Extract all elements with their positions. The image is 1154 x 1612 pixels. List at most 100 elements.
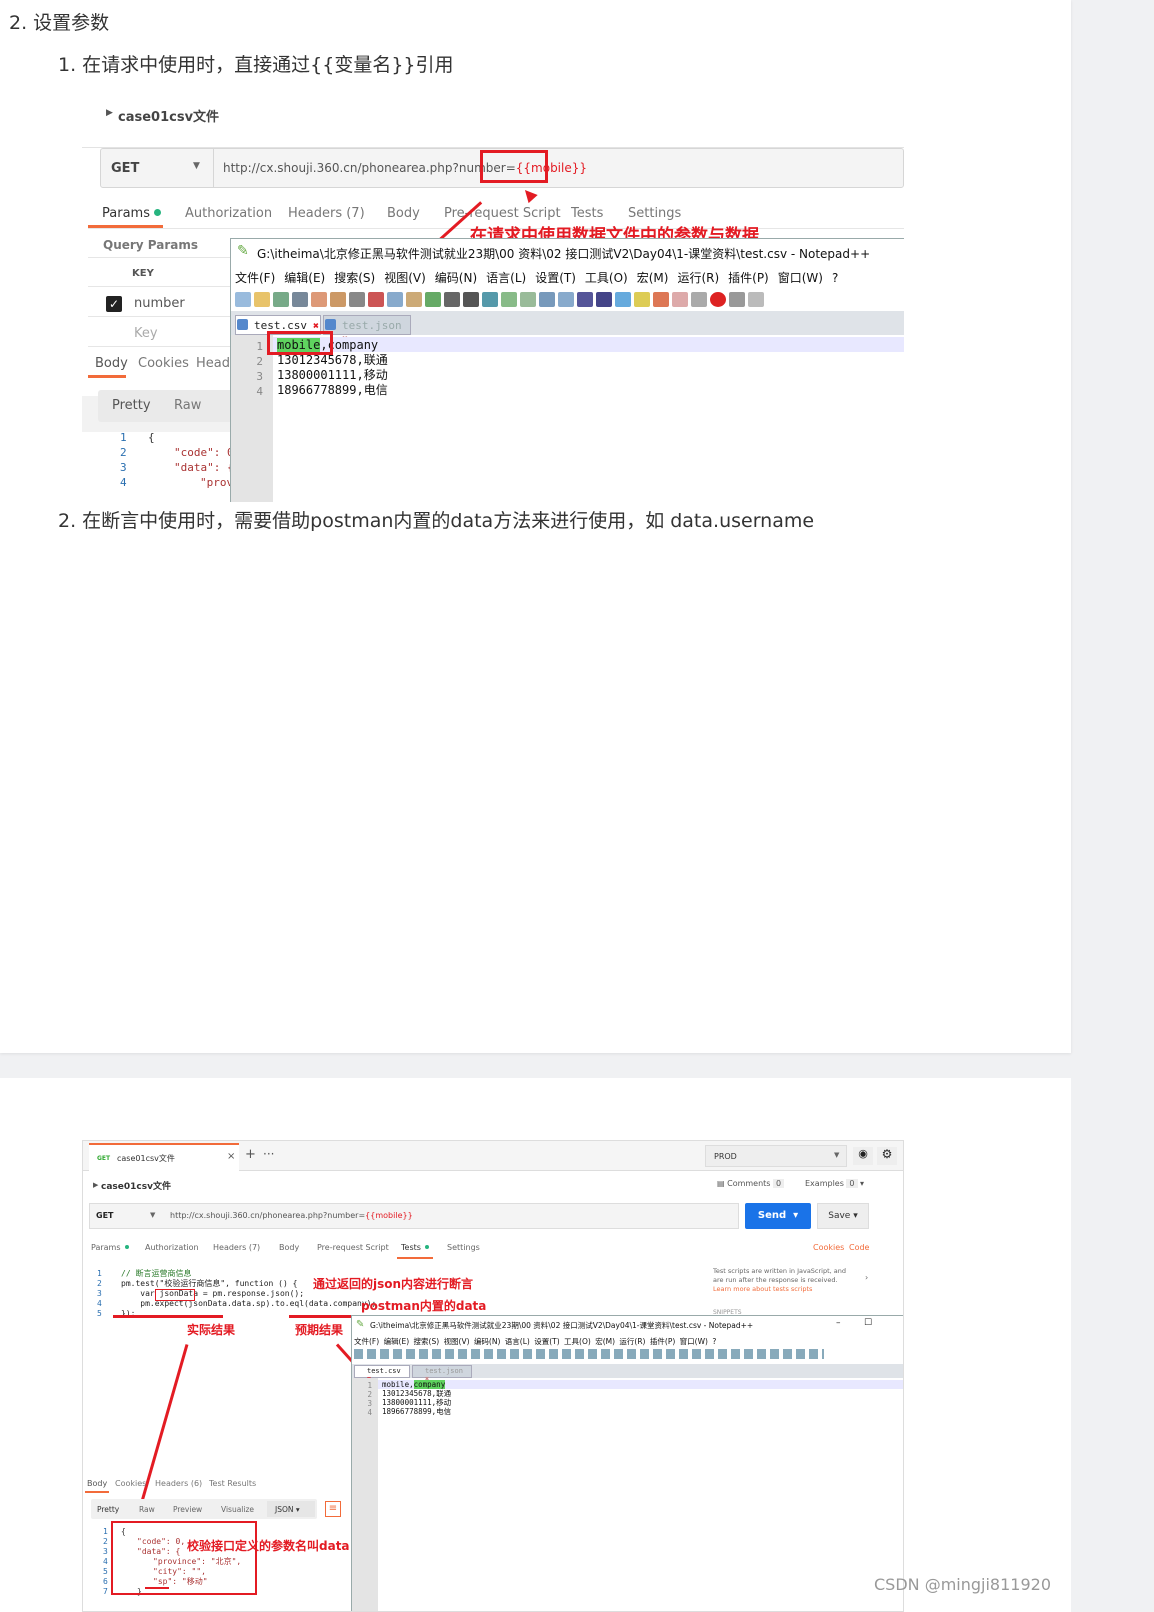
monitor-icon[interactable] [691,292,707,307]
menu-encoding[interactable]: 编码(N) [435,271,477,285]
notepad-toolbar[interactable] [354,1349,824,1359]
menu-settings[interactable]: 设置(T) [535,271,576,285]
print-icon[interactable] [349,292,365,307]
tab-tests[interactable]: Tests [401,1243,429,1252]
cut-icon[interactable] [368,292,384,307]
close-icon[interactable]: × [227,1151,235,1162]
method-select[interactable]: GET [96,1211,114,1220]
close-file-icon[interactable] [311,292,327,307]
format-select[interactable]: JSON ▾ [267,1501,315,1517]
menu-run[interactable]: 运行(R) [677,271,719,285]
menu-file[interactable]: 文件(F) [235,271,275,285]
undo-icon[interactable] [425,292,441,307]
checkbox-icon[interactable]: ✓ [106,296,122,312]
method-select[interactable]: GET [111,161,139,176]
view-pretty[interactable]: Pretty [97,1505,119,1514]
sync-v-icon[interactable] [539,292,555,307]
sync-h-icon[interactable] [558,292,574,307]
tab-settings[interactable]: Settings [447,1243,480,1252]
menu-run[interactable]: 运行(R) [619,1337,645,1346]
show-all-icon[interactable] [596,292,612,307]
save-all-icon[interactable] [292,292,308,307]
add-tab-icon[interactable]: + [245,1147,256,1162]
url-input[interactable]: http://cx.shouji.360.cn/phonearea.php?nu… [170,1211,413,1220]
close-all-icon[interactable] [330,292,346,307]
maximize-icon[interactable]: ☐ [864,1318,872,1328]
tab-authorization[interactable]: Authorization [185,206,272,221]
menu-plugins[interactable]: 插件(P) [650,1337,675,1346]
file-tab-json[interactable]: test.json ✖ [412,1365,472,1383]
chevron-down-icon[interactable]: ▼ [150,1211,155,1219]
record-icon[interactable] [710,292,726,307]
udl-icon[interactable] [634,292,650,307]
menu-help[interactable]: ? [832,271,838,285]
menu-window[interactable]: 窗口(W) [778,271,823,285]
resp-tab-test-results[interactable]: Test Results [209,1479,256,1488]
redo-icon[interactable] [444,292,460,307]
tab-settings[interactable]: Settings [628,206,681,221]
menu-view[interactable]: 视图(V) [384,271,426,285]
caret-right-icon[interactable]: ▶ [93,1181,98,1189]
save-icon[interactable] [273,292,289,307]
tab-body[interactable]: Body [387,206,420,221]
stop-icon[interactable] [729,292,745,307]
view-raw[interactable]: Raw [139,1505,155,1514]
key-input[interactable]: Key [134,326,158,341]
tests-doc-link[interactable]: Learn more about tests scripts [713,1285,853,1294]
menu-help[interactable]: ? [712,1337,716,1346]
menu-language[interactable]: 语言(L) [486,271,526,285]
examples-button[interactable]: Examples 0 ▾ [805,1179,864,1188]
indent-guide-icon[interactable] [615,292,631,307]
resp-tab-cookies[interactable]: Cookies [115,1479,146,1488]
tab-tests[interactable]: Tests [571,206,603,221]
param-key[interactable]: number [134,296,185,311]
open-icon[interactable] [254,292,270,307]
find-icon[interactable] [463,292,479,307]
folder-icon[interactable] [672,292,688,307]
menu-view[interactable]: 视图(V) [444,1337,470,1346]
menu-plugins[interactable]: 插件(P) [728,271,769,285]
menu-edit[interactable]: 编辑(E) [384,1337,410,1346]
menu-search[interactable]: 搜索(S) [414,1337,440,1346]
menu-edit[interactable]: 编辑(E) [284,271,325,285]
file-tab-json[interactable]: test.json ✖ [323,315,411,345]
chevron-down-icon[interactable]: ▼ [193,161,200,171]
view-raw[interactable]: Raw [174,398,201,413]
resp-tab-body[interactable]: Body [95,356,128,371]
send-button[interactable]: Send ▾ [745,1203,811,1229]
tab-headers[interactable]: Headers (7) [213,1243,260,1252]
paste-icon[interactable] [406,292,422,307]
copy-icon[interactable] [387,292,403,307]
csv-content[interactable]: mobile,company 13012345678,联通 1380000111… [382,1380,451,1416]
request-tab[interactable]: GET case01csv文件 × [89,1143,239,1171]
menu-macro[interactable]: 宏(M) [595,1337,615,1346]
eye-icon[interactable]: ◉ [853,1147,873,1165]
file-tab-csv[interactable]: test.csv ✖ [354,1365,410,1383]
gear-icon[interactable]: ⚙ [877,1147,897,1165]
function-list-icon[interactable] [653,292,669,307]
minimize-icon[interactable]: – [836,1318,841,1328]
menu-macro[interactable]: 宏(M) [637,271,669,285]
menu-tools[interactable]: 工具(O) [564,1337,591,1346]
cookies-link[interactable]: Cookies [813,1243,844,1252]
view-visualize[interactable]: Visualize [221,1505,254,1514]
resp-tab-body[interactable]: Body [87,1479,107,1488]
wrap-icon[interactable]: ≡ [325,1501,341,1517]
chevron-right-icon[interactable]: › [865,1273,868,1282]
resp-tab-cookies[interactable]: Cookies [138,356,189,371]
menu-search[interactable]: 搜索(S) [334,271,375,285]
caret-right-icon[interactable]: ▶ [106,108,113,118]
view-preview[interactable]: Preview [173,1505,202,1514]
menu-language[interactable]: 语言(L) [505,1337,530,1346]
new-file-icon[interactable] [235,292,251,307]
comments-button[interactable]: ▤ Comments 0 [717,1179,785,1188]
more-icon[interactable]: ··· [263,1147,274,1161]
tab-params[interactable]: Params [91,1243,129,1252]
menu-encoding[interactable]: 编码(N) [474,1337,500,1346]
menu-window[interactable]: 窗口(W) [680,1337,708,1346]
tab-headers[interactable]: Headers (7) [288,206,365,221]
menu-settings[interactable]: 设置(T) [534,1337,559,1346]
tab-pre-request[interactable]: Pre-request Script [317,1243,389,1252]
environment-select[interactable]: PROD ▼ [705,1145,847,1167]
replace-icon[interactable] [482,292,498,307]
